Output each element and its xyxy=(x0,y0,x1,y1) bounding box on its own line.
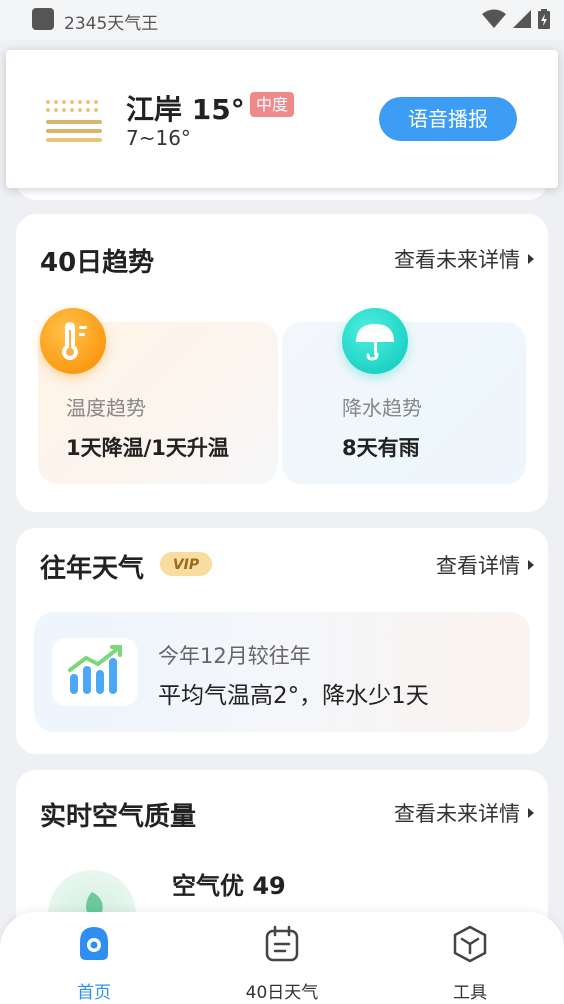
nav-40-day-weather-label: 40日天气 xyxy=(245,983,319,1003)
vip-badge: VIP xyxy=(160,552,212,576)
nav-tools-label: 工具 xyxy=(453,983,487,1003)
location-temperature: 江岸 15° xyxy=(126,93,245,126)
bottom-nav: 首页 40日天气 工具 xyxy=(0,912,564,1004)
status-bar: 2345天气王 xyxy=(0,0,564,40)
history-summary-text: 平均气温高2°，降水少1天 xyxy=(158,683,429,709)
wifi-icon xyxy=(482,9,506,28)
air-quality-more-link[interactable]: 查看未来详情 xyxy=(394,798,534,828)
trend-card-title: 40日趋势 xyxy=(40,248,155,278)
history-subtitle: 今年12月较往年 xyxy=(158,644,311,668)
voice-broadcast-button[interactable]: 语音播报 xyxy=(379,97,517,141)
signal-icon xyxy=(513,10,531,28)
chevron-right-icon xyxy=(528,560,534,570)
calendar-icon xyxy=(265,925,299,962)
history-more-link[interactable]: 查看详情 xyxy=(436,550,534,580)
umbrella-icon xyxy=(342,308,408,374)
trend-card: 40日趋势 查看未来详情 温度趋势 1天降温/1天升温 降水趋势 8天有雨 xyxy=(16,214,548,512)
history-summary[interactable]: 今年12月较往年 平均气温高2°，降水少1天 xyxy=(34,612,530,732)
home-icon xyxy=(80,927,108,960)
nav-home[interactable]: 首页 xyxy=(34,924,154,1003)
history-card: 往年天气 VIP 查看详情 今年12月较往年 平均气温高2°，降水少1天 xyxy=(16,528,548,754)
temperature-range: 7~16° xyxy=(126,126,191,150)
air-quality-status: 空气优 49 xyxy=(172,872,286,900)
haze-icon xyxy=(46,100,102,142)
chevron-right-icon xyxy=(528,254,534,264)
status-icons xyxy=(482,9,550,29)
nav-tools[interactable]: 工具 xyxy=(410,924,530,1003)
tools-icon xyxy=(453,925,487,963)
chevron-right-icon xyxy=(528,808,534,818)
precipitation-trend-label: 降水趋势 xyxy=(342,396,422,420)
location-header: 江岸 15° 中度 7~16° 语音播报 xyxy=(6,50,558,188)
temperature-trend-value: 1天降温/1天升温 xyxy=(66,436,229,460)
air-quality-more-link-label: 查看未来详情 xyxy=(394,802,520,826)
app-notification-icon xyxy=(32,8,54,30)
temperature-trend-item[interactable]: 温度趋势 1天降温/1天升温 xyxy=(38,308,278,484)
temperature-trend-label: 温度趋势 xyxy=(66,396,146,420)
air-quality-badge: 中度 xyxy=(250,92,295,117)
trend-more-link[interactable]: 查看未来详情 xyxy=(394,244,534,274)
trend-more-link-label: 查看未来详情 xyxy=(394,248,520,272)
history-more-link-label: 查看详情 xyxy=(436,554,520,578)
air-quality-card-title: 实时空气质量 xyxy=(40,802,197,832)
battery-icon xyxy=(538,9,550,29)
history-card-title: 往年天气 xyxy=(40,554,145,584)
status-app-name: 2345天气王 xyxy=(64,14,159,34)
vip-badge-text: VIP xyxy=(173,557,200,573)
thermometer-icon xyxy=(40,308,106,374)
nav-home-label: 首页 xyxy=(77,983,111,1003)
nav-40-day-weather[interactable]: 40日天气 xyxy=(222,924,342,1003)
precipitation-trend-value: 8天有雨 xyxy=(342,436,420,460)
precipitation-trend-item[interactable]: 降水趋势 8天有雨 xyxy=(282,308,526,484)
bar-chart-icon xyxy=(52,638,138,706)
